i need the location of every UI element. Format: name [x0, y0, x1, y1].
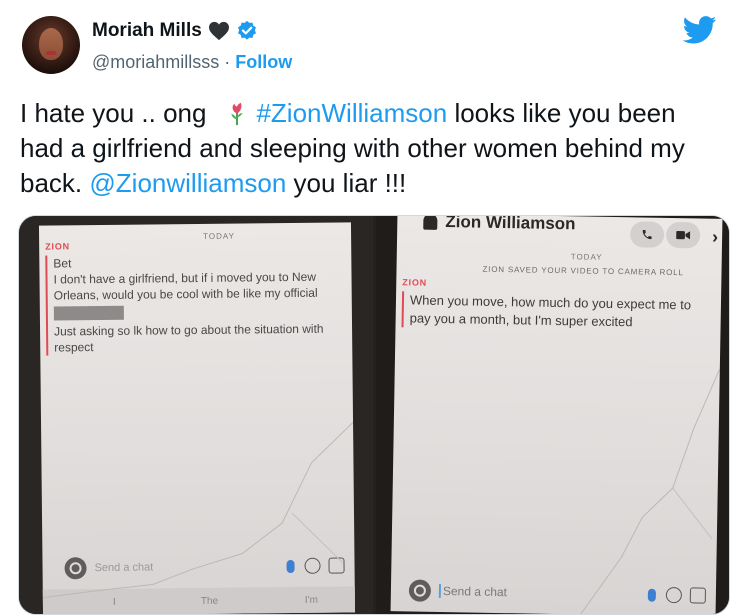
message-text: When you move, how much do you expect me… [409, 292, 692, 330]
tweet-media[interactable]: TODAY ZION Bet I don't have a girlfriend… [18, 215, 730, 615]
bitmoji-icon [423, 216, 438, 230]
suggestion[interactable]: I'm [305, 595, 318, 606]
chat-input[interactable]: Send a chat [94, 560, 286, 574]
microphone-icon[interactable] [286, 559, 295, 573]
black-heart-icon [208, 21, 229, 41]
redacted-text [53, 305, 124, 321]
tweet-text-end: you liar !!! [293, 168, 407, 198]
snapchat-screenshot-left[interactable]: TODAY ZION Bet I don't have a girlfriend… [19, 216, 373, 614]
chat-input[interactable]: Send a chat [438, 583, 649, 602]
suggestion[interactable]: The [201, 596, 218, 607]
handle-separator: · [224, 52, 231, 72]
video-icon [676, 230, 691, 240]
tweet-text: I hate you .. ong #ZionWilliamson looks … [20, 96, 725, 201]
microphone-icon[interactable] [647, 588, 656, 602]
camera-icon[interactable] [408, 579, 432, 602]
author-name-row: Moriah Mills [92, 20, 258, 42]
chat-bar: Send a chat [391, 575, 716, 611]
message-block: Bet I don't have a girlfriend, but if i … [45, 252, 347, 356]
follow-button[interactable]: Follow [235, 52, 292, 73]
tweet-text-start: I hate you .. ong [20, 98, 207, 128]
phone-icon [642, 229, 652, 240]
sender-label: ZION [402, 277, 428, 288]
phone-screen-right: Zion Williamson › TODAY ZION SAVED YOUR … [390, 216, 723, 614]
sticker-icon[interactable] [689, 587, 707, 604]
message-text: Just asking so lk how to go about the si… [54, 321, 324, 355]
keyboard-suggestions: I The I'm [42, 586, 356, 614]
author-handle-row: @moriahmillsss · Follow [92, 52, 292, 73]
avatar-lips [46, 51, 56, 55]
author-name[interactable]: Moriah Mills [92, 20, 202, 42]
emoji-icon[interactable] [304, 557, 321, 574]
snapchat-screenshot-right[interactable]: Zion Williamson › TODAY ZION SAVED YOUR … [376, 216, 729, 614]
message-text: I don't have a girlfriend, but if i move… [53, 269, 318, 303]
saved-notice: ZION SAVED YOUR VIDEO TO CAMERA ROLL [482, 264, 684, 278]
tweet: Moriah Mills @moriahmillsss · Follow I h… [0, 0, 737, 616]
chevron-right-icon[interactable]: › [712, 227, 718, 248]
video-call-button[interactable] [665, 221, 701, 249]
camera-icon[interactable] [64, 557, 87, 580]
suggestion[interactable]: I [113, 597, 116, 608]
hashtag-link[interactable]: #ZionWilliamson [256, 98, 447, 128]
author-handle[interactable]: @moriahmillsss [92, 52, 219, 73]
sticker-icon[interactable] [328, 557, 345, 574]
contact-name[interactable]: Zion Williamson [445, 216, 575, 234]
twitter-bird-icon[interactable] [683, 16, 717, 44]
author-avatar[interactable] [22, 16, 80, 74]
emoji-icon[interactable] [665, 586, 683, 604]
avatar-face [39, 28, 63, 60]
chat-bar: Send a chat [42, 550, 354, 583]
today-label: TODAY [570, 252, 603, 262]
call-button[interactable] [629, 221, 665, 248]
today-label: TODAY [203, 231, 235, 241]
mention-link[interactable]: @Zionwilliamson [89, 168, 286, 198]
message-block: When you move, how much do you expect me… [401, 291, 715, 333]
sender-label: ZION [45, 241, 70, 252]
phone-screen-left: TODAY ZION Bet I don't have a girlfriend… [38, 222, 356, 614]
verified-badge-icon [237, 20, 256, 40]
rose-icon [231, 102, 244, 126]
